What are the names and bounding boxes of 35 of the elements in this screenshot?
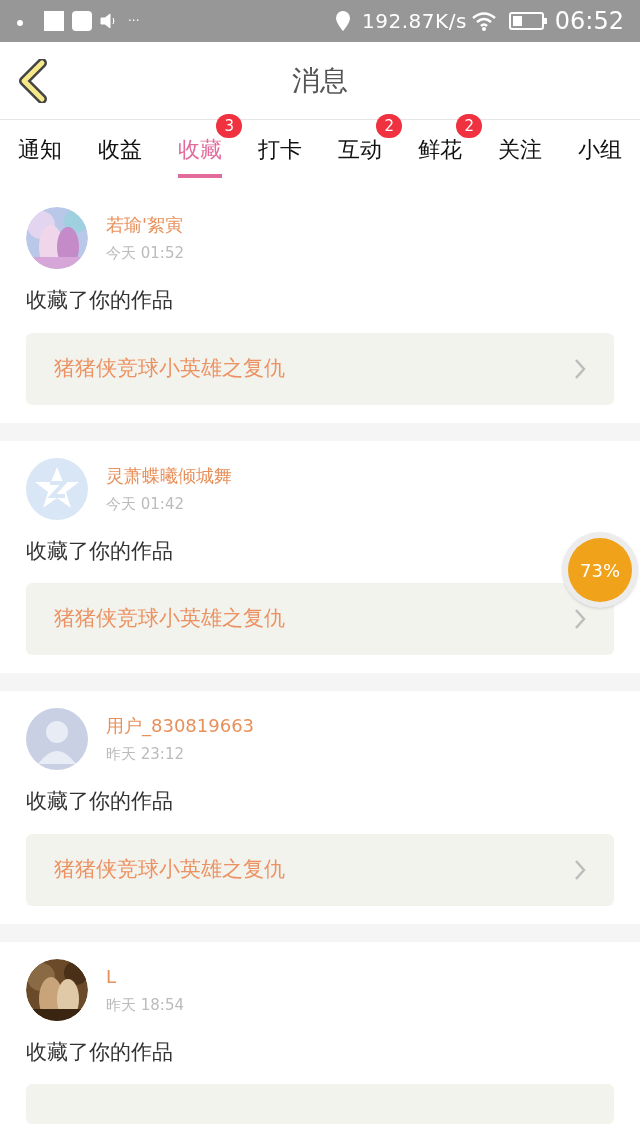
notification-icon [72,11,92,31]
tab[interactable]: 关注 [498,120,542,178]
message-time: 今天 01:52 [106,243,184,265]
clock: 06:52 [554,6,624,37]
default-avatar-icon [26,457,88,520]
chevron-right-icon [574,357,586,380]
chevron-right-icon [574,608,586,630]
page-title: 消息 [292,62,348,99]
tab[interactable]: 收益 [98,120,142,178]
user-name: 若瑜'絮寅 [106,213,184,238]
wifi-icon [470,11,497,31]
message-text: 收藏了你的作品 [26,788,174,815]
chevron-right-icon [574,858,586,881]
user-name: 灵萧蝶曦倾城舞 [106,463,232,488]
tab[interactable]: 打卡 [258,120,302,178]
back-button[interactable] [16,57,50,104]
message-time: 昨天 23:12 [106,744,185,766]
message-text: 收藏了你的作品 [26,287,174,314]
user-name: 用户_830819663 [106,714,255,739]
message-time: 今天 01:42 [106,493,185,515]
message-text: 收藏了你的作品 [26,537,174,565]
message-time: 昨天 18:54 [106,994,184,1016]
count-badge: 2 [376,114,402,138]
message-text: 收藏了你的作品 [26,1038,174,1066]
notification-icon [44,11,64,31]
more-indicator: ··· [128,13,140,29]
default-avatar-icon [26,708,88,770]
tab[interactable]: 小组 [578,120,622,178]
tab[interactable]: 通知 [18,120,62,178]
network-speed: 192.87K/s [362,8,467,35]
battery-icon [508,12,547,30]
location-icon [336,11,351,31]
user-name: L [106,964,118,989]
count-badge: 2 [456,114,482,138]
count-badge: 3 [216,114,242,138]
